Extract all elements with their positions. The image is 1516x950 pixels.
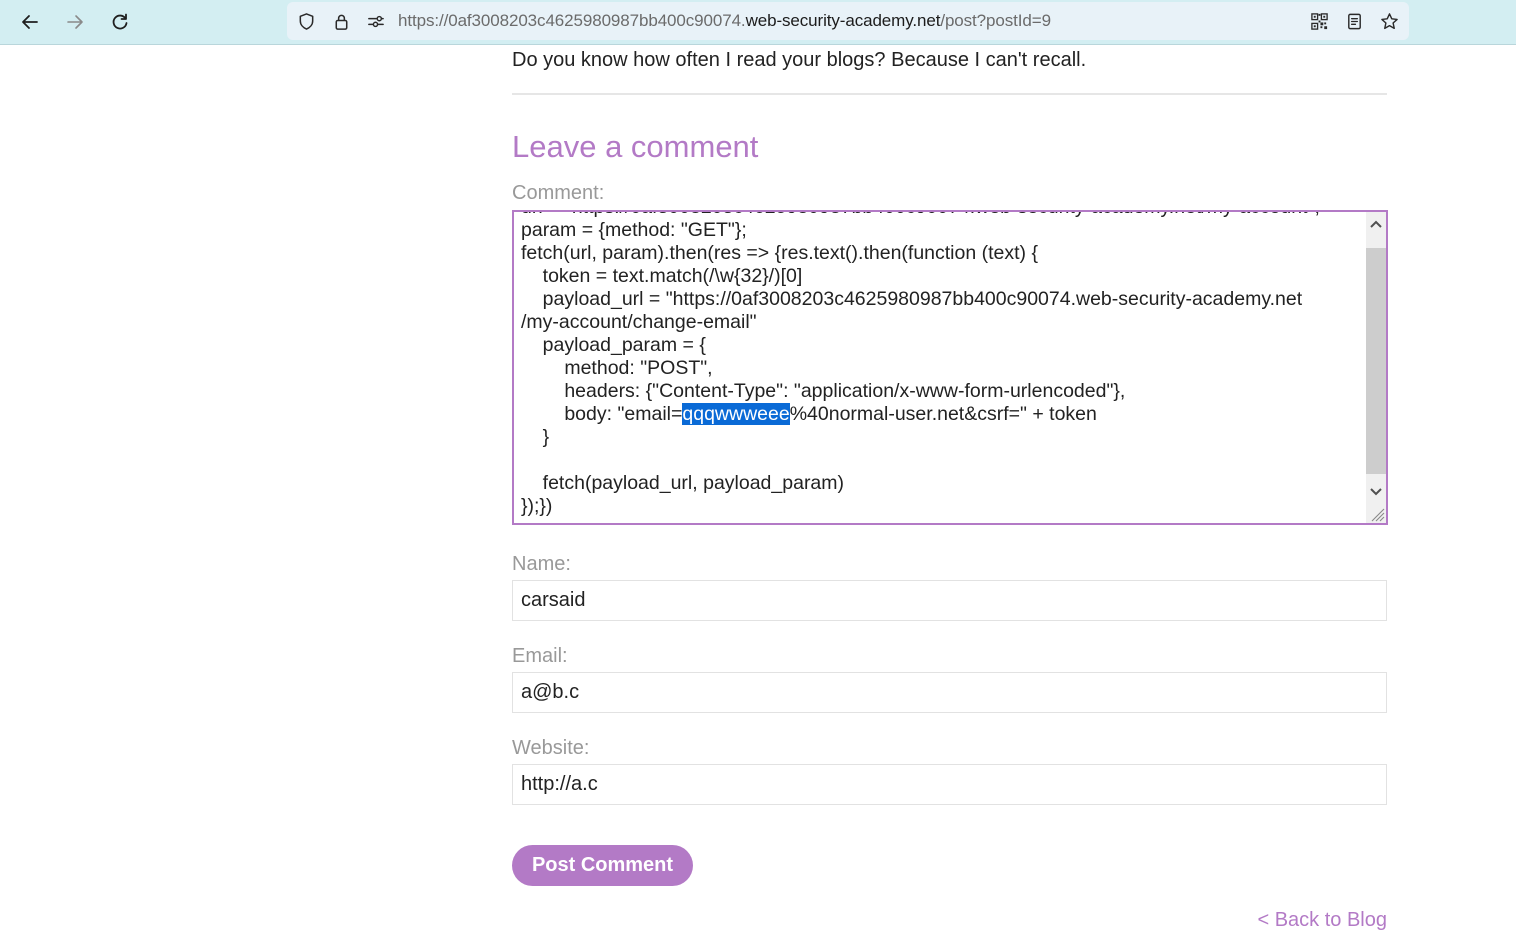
shield-icon[interactable] bbox=[296, 11, 316, 31]
code-line: fetch(payload_url, payload_param) bbox=[521, 472, 845, 494]
code-line: });}) bbox=[521, 495, 553, 517]
browser-toolbar: https://0af3008203c4625980987bb400c90074… bbox=[0, 0, 1516, 45]
section-title: Leave a comment bbox=[512, 129, 759, 164]
reload-button[interactable] bbox=[104, 6, 136, 38]
textarea-scrollbar[interactable] bbox=[1366, 212, 1386, 523]
email-input[interactable] bbox=[512, 672, 1387, 713]
chevron-up-icon bbox=[1370, 220, 1382, 228]
forward-button[interactable] bbox=[59, 6, 91, 38]
scroll-up-button[interactable] bbox=[1366, 214, 1386, 234]
url-prefix: https://0af3008203c4625980987bb400c90074… bbox=[398, 11, 746, 30]
comment-text: Do you know how often I read your blogs?… bbox=[512, 49, 1087, 71]
scroll-thumb[interactable] bbox=[1366, 248, 1386, 474]
email-label: Email: bbox=[512, 645, 568, 667]
comment-label: Comment: bbox=[512, 182, 605, 204]
code-line: url = "https://0af3008203c4625980987bb40… bbox=[521, 212, 1361, 219]
url-host: web-security-academy.net bbox=[745, 11, 941, 30]
address-bar[interactable]: https://0af3008203c4625980987bb400c90074… bbox=[287, 2, 1409, 40]
code-line: body: "email=qqqwwweee%40normal-user.net… bbox=[521, 403, 1097, 425]
code-line: method: "POST", bbox=[521, 357, 713, 379]
back-button[interactable] bbox=[14, 6, 46, 38]
code-line: headers: {"Content-Type": "application/x… bbox=[521, 380, 1126, 402]
back-to-blog-link[interactable]: < Back to Blog bbox=[1257, 908, 1387, 932]
name-input[interactable] bbox=[512, 580, 1387, 621]
resize-grip-icon[interactable] bbox=[1369, 506, 1385, 522]
code-line: payload_param = { bbox=[521, 334, 706, 356]
tune-icon[interactable] bbox=[365, 11, 385, 31]
url-path: /post?postId=9 bbox=[940, 11, 1051, 30]
scroll-down-button[interactable] bbox=[1366, 482, 1386, 502]
arrow-left-icon bbox=[22, 15, 38, 29]
reload-icon bbox=[112, 13, 128, 30]
post-comment-button[interactable]: Post Comment bbox=[512, 845, 693, 886]
lock-icon[interactable] bbox=[331, 11, 351, 31]
code-line: param = {method: "GET"}; bbox=[521, 219, 747, 241]
code-line: fetch(url, param).then(res => {res.text(… bbox=[521, 242, 1038, 264]
code-line: } bbox=[521, 426, 550, 448]
divider bbox=[512, 93, 1387, 95]
star-icon[interactable] bbox=[1379, 11, 1399, 31]
selected-text: qqqwwweee bbox=[682, 403, 790, 425]
chevron-down-icon bbox=[1370, 488, 1382, 496]
website-input[interactable] bbox=[512, 764, 1387, 805]
code-line: payload_url = "https://0af3008203c462598… bbox=[521, 288, 1303, 310]
name-label: Name: bbox=[512, 553, 571, 575]
reader-view-icon[interactable] bbox=[1344, 11, 1364, 31]
comment-textarea[interactable]: url = "https://0af3008203c4625980987bb40… bbox=[512, 210, 1388, 525]
qr-code-icon[interactable] bbox=[1309, 11, 1329, 31]
comment-textarea-content[interactable]: url = "https://0af3008203c4625980987bb40… bbox=[521, 212, 1361, 518]
code-line: token = text.match(/\w{32}/)[0] bbox=[521, 265, 803, 287]
url-text[interactable]: https://0af3008203c4625980987bb400c90074… bbox=[398, 11, 1051, 31]
arrow-right-icon bbox=[67, 15, 83, 29]
website-label: Website: bbox=[512, 737, 590, 759]
code-line: /my-account/change-email" bbox=[521, 311, 757, 333]
